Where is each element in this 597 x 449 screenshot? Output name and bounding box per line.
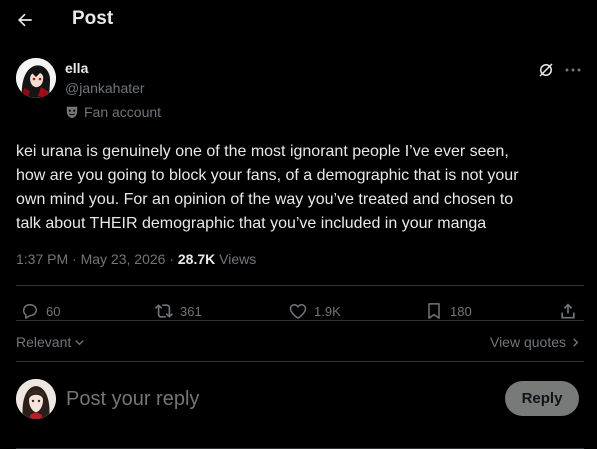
page-title: Post [72, 8, 114, 29]
divider [16, 320, 584, 321]
tweet-time[interactable]: 1:37 PM [16, 251, 68, 267]
views-label: Views [219, 251, 257, 267]
repost-icon [154, 304, 174, 318]
mask-icon [66, 106, 78, 119]
affiliation-badge: Fan account [65, 103, 161, 121]
page-header: Post [0, 0, 597, 40]
divider [16, 285, 584, 286]
chevron-down-icon [75, 339, 84, 345]
more-options-button[interactable] [562, 60, 584, 80]
chevron-right-icon [573, 337, 579, 347]
current-user-avatar-image [16, 379, 56, 419]
tweet-text-line: own mind you. For an opinion of the way … [16, 191, 514, 208]
view-quotes-link[interactable]: View quotes [490, 334, 580, 350]
back-arrow-icon [18, 13, 32, 27]
author-avatar[interactable] [16, 58, 56, 98]
more-icon [565, 68, 581, 72]
reply-input[interactable] [66, 386, 486, 412]
tweet-text: kei urana is genuinely one of the most i… [16, 140, 584, 236]
view-quotes-label: View quotes [489, 334, 566, 350]
reply-icon [22, 304, 37, 319]
bookmark-action[interactable]: 180 [424, 300, 472, 322]
like-icon [289, 304, 307, 319]
author-avatar-image [16, 58, 56, 98]
post-page: Post ella @jankahater Fan account kei ur… [0, 0, 597, 449]
views-count: 28.7K [177, 251, 216, 267]
author-handle[interactable]: @jankahater [65, 80, 145, 96]
sort-dropdown[interactable]: Relevant [16, 334, 85, 350]
affiliation-label: Fan account [84, 104, 162, 120]
grok-button[interactable] [536, 60, 556, 80]
repost-count: 361 [180, 303, 202, 319]
reply-count: 60 [46, 303, 61, 319]
reply-action[interactable]: 60 [20, 300, 60, 322]
meta-separator: · [72, 251, 81, 267]
author-display-name[interactable]: ella [65, 60, 88, 76]
like-count: 1.9K [314, 303, 341, 319]
like-action[interactable]: 1.9K [288, 300, 341, 322]
share-icon [561, 303, 575, 319]
meta-separator: · [169, 251, 178, 267]
tweet-text-line: how are you going to block your fans, of… [16, 167, 519, 184]
back-button[interactable] [10, 6, 40, 34]
share-action[interactable] [558, 300, 578, 322]
tweet-text-line: kei urana is genuinely one of the most i… [16, 143, 509, 160]
current-user-avatar [16, 379, 56, 419]
bookmark-icon [428, 303, 440, 319]
grok-icon [539, 63, 553, 77]
tweet-meta: 1:37 PM · May 23, 2026 · 28.7K Views [16, 251, 256, 267]
divider [16, 361, 584, 362]
sort-label: Relevant [16, 334, 72, 350]
bookmark-count: 180 [450, 303, 472, 319]
tweet-date[interactable]: May 23, 2026 [81, 251, 166, 267]
tweet-text-line: talk about THEIR demographic that you’ve… [16, 215, 487, 232]
repost-action[interactable]: 361 [154, 300, 202, 322]
reply-button[interactable]: Reply [505, 381, 579, 416]
